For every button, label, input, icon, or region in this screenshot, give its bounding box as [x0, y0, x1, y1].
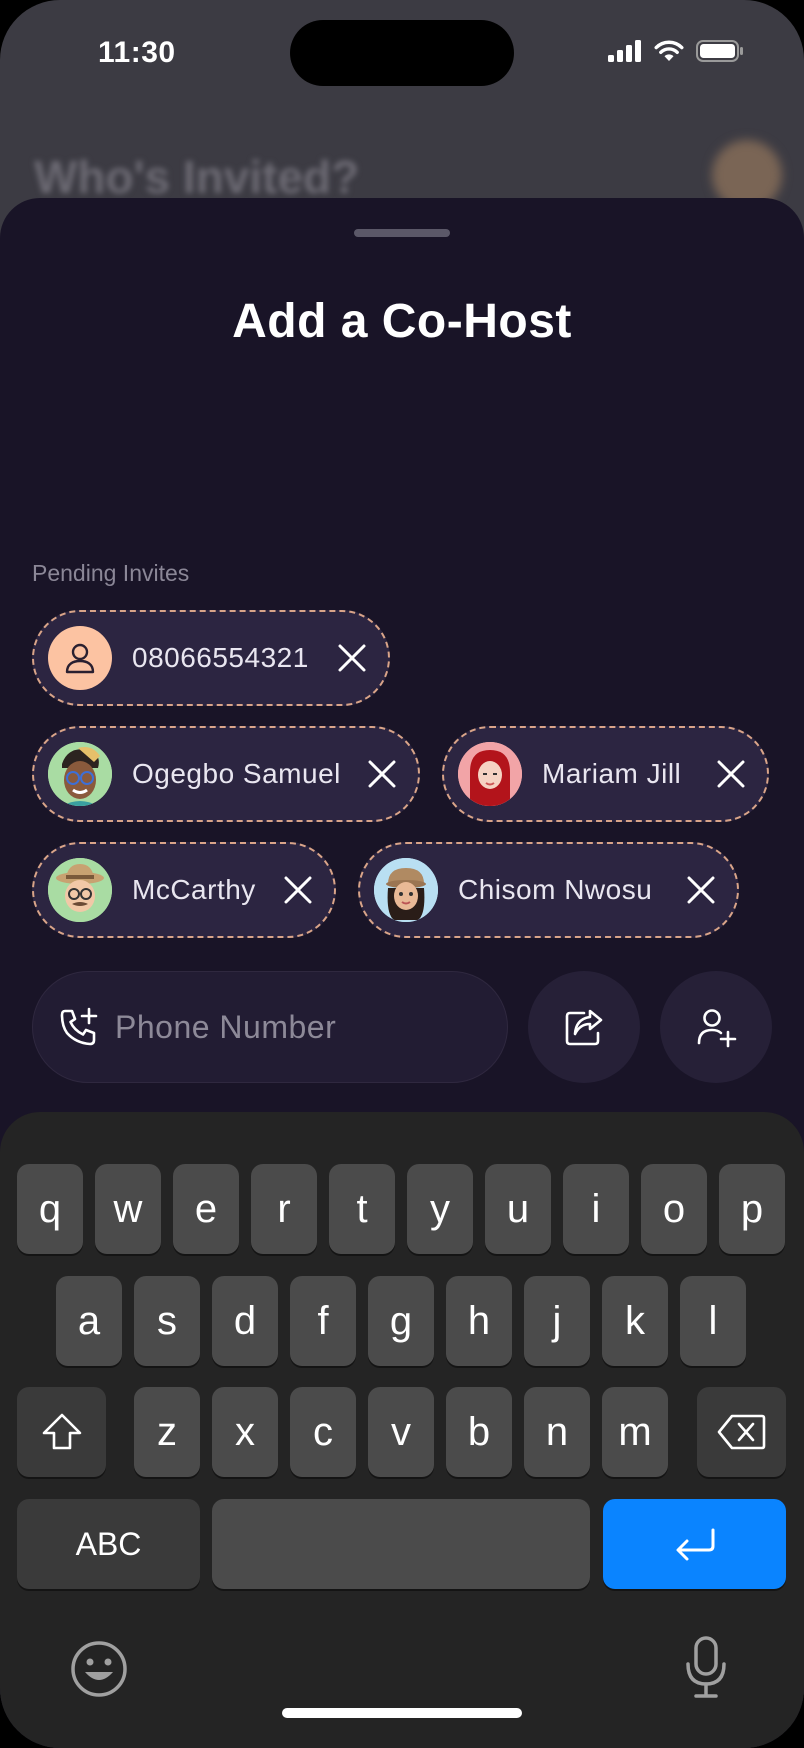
key-p[interactable]: p [719, 1164, 785, 1254]
return-icon [676, 1528, 714, 1561]
remove-invite-icon[interactable] [364, 756, 400, 792]
key-c[interactable]: c [290, 1387, 356, 1477]
phone-number-input[interactable] [115, 1008, 455, 1046]
pending-invites-label: Pending Invites [32, 560, 190, 586]
backspace-icon [717, 1414, 765, 1450]
sheet-title: Add a Co-Host [232, 295, 572, 348]
wifi-icon [654, 40, 684, 61]
memoji-chisom-avatar [374, 858, 438, 922]
key-x[interactable]: x [212, 1387, 278, 1477]
memoji-mariam-avatar [458, 742, 522, 806]
memoji-ogegbo-avatar [48, 742, 112, 806]
key-m[interactable]: m [602, 1387, 668, 1477]
keyboard: q w e r t y u i o p a s d f g h j k l z … [0, 1112, 804, 1748]
shift-key[interactable] [17, 1387, 106, 1477]
invite-chip: McCarthy [32, 842, 336, 938]
dynamic-island [290, 20, 514, 86]
status-icons [608, 40, 744, 62]
key-q[interactable]: q [17, 1164, 83, 1254]
key-r[interactable]: r [251, 1164, 317, 1254]
invite-chip: 08066554321 [32, 610, 390, 706]
key-i[interactable]: i [563, 1164, 629, 1254]
phone-number-field[interactable] [32, 971, 508, 1083]
key-f[interactable]: f [290, 1276, 356, 1366]
space-key[interactable] [212, 1499, 590, 1589]
key-a[interactable]: a [56, 1276, 122, 1366]
abc-mode-key[interactable]: ABC [17, 1499, 200, 1589]
key-o[interactable]: o [641, 1164, 707, 1254]
key-w[interactable]: w [95, 1164, 161, 1254]
invite-chip-label: McCarthy [132, 874, 256, 905]
key-b[interactable]: b [446, 1387, 512, 1477]
share-icon [565, 1009, 603, 1046]
key-j[interactable]: j [524, 1276, 590, 1366]
backspace-key[interactable] [697, 1387, 786, 1477]
key-z[interactable]: z [134, 1387, 200, 1477]
remove-invite-icon[interactable] [713, 756, 749, 792]
invite-chip: Mariam Jill [442, 726, 769, 822]
remove-invite-icon[interactable] [683, 872, 719, 908]
key-t[interactable]: t [329, 1164, 395, 1254]
key-l[interactable]: l [680, 1276, 746, 1366]
invite-chip-label: 08066554321 [132, 642, 309, 673]
key-v[interactable]: v [368, 1387, 434, 1477]
phone-screen: Who's Invited? 11:30 Add a Co-Host Pendi… [0, 0, 804, 1748]
emoji-icon[interactable] [70, 1640, 128, 1698]
invite-chip-label: Chisom Nwosu [458, 874, 653, 905]
sheet-grabber[interactable] [354, 229, 450, 237]
share-button[interactable] [528, 971, 640, 1083]
key-u[interactable]: u [485, 1164, 551, 1254]
shift-icon [42, 1413, 81, 1450]
key-h[interactable]: h [446, 1276, 512, 1366]
battery-icon [696, 40, 743, 62]
person-icon [48, 626, 112, 690]
key-g[interactable]: g [368, 1276, 434, 1366]
microphone-icon[interactable] [684, 1636, 728, 1700]
return-key[interactable] [603, 1499, 786, 1589]
key-d[interactable]: d [212, 1276, 278, 1366]
key-s[interactable]: s [134, 1276, 200, 1366]
key-n[interactable]: n [524, 1387, 590, 1477]
status-time: 11:30 [98, 36, 176, 69]
background-page-title: Who's Invited? [34, 151, 360, 203]
invite-chip-label: Ogegbo Samuel [132, 758, 341, 789]
key-y[interactable]: y [407, 1164, 473, 1254]
home-indicator[interactable] [282, 1708, 522, 1718]
cellular-signal-icon [608, 40, 641, 62]
memoji-mccarthy-avatar [48, 858, 112, 922]
add-contact-button[interactable] [660, 971, 772, 1083]
key-k[interactable]: k [602, 1276, 668, 1366]
user-plus-icon [697, 1009, 737, 1048]
phone-add-icon [60, 1007, 98, 1046]
invite-chip: Ogegbo Samuel [32, 726, 420, 822]
key-e[interactable]: e [173, 1164, 239, 1254]
invite-chip-label: Mariam Jill [542, 758, 682, 789]
remove-invite-icon[interactable] [334, 640, 370, 676]
invite-chip: Chisom Nwosu [358, 842, 739, 938]
remove-invite-icon[interactable] [280, 872, 316, 908]
